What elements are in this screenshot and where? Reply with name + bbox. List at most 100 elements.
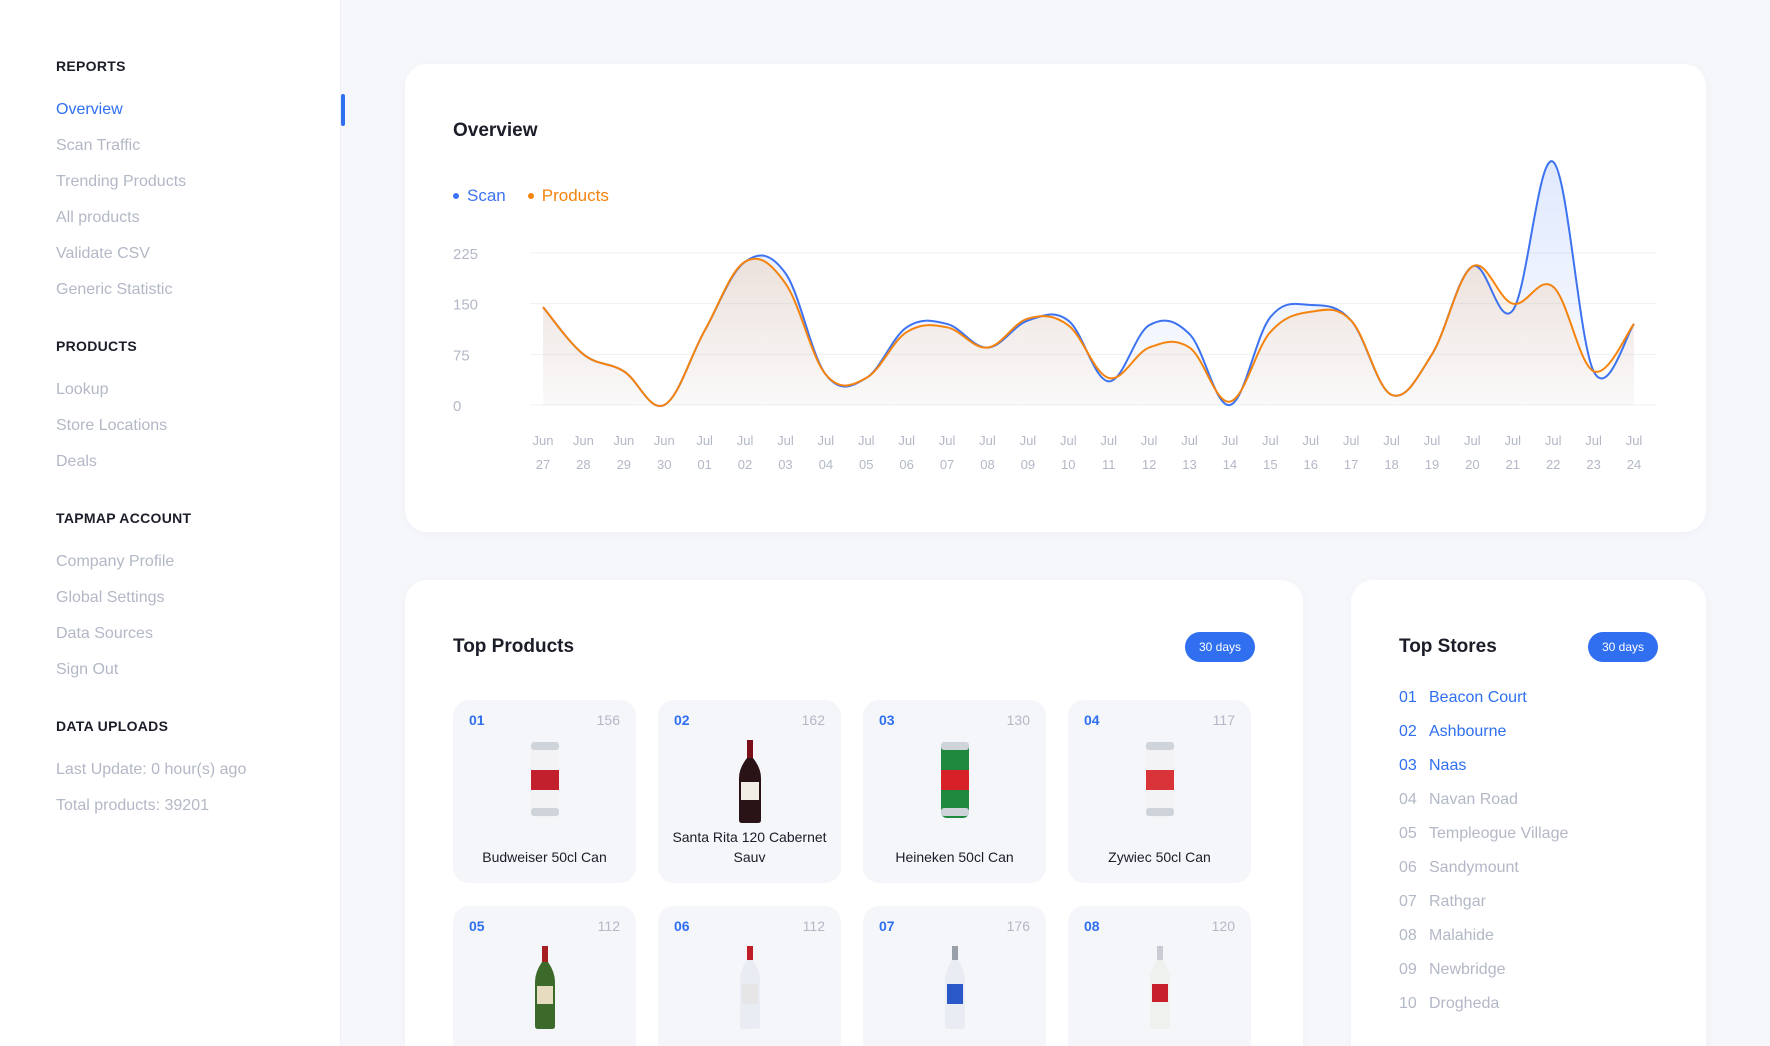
sidebar-section-reports: REPORTS Overview Scan Traffic Trending P…	[56, 58, 186, 308]
sidebar-item-global-settings[interactable]: Global Settings	[56, 580, 191, 616]
product-tile[interactable]: 01 156 Budweiser 50cl Can	[453, 700, 636, 883]
product-tile[interactable]: 02 162 Santa Rita 120 Cabernet Sauv	[658, 700, 841, 883]
x-tick-day: 14	[1223, 457, 1237, 472]
last-update-text: Last Update: 0 hour(s) ago	[56, 761, 247, 778]
store-row[interactable]: 10 Drogheda	[1399, 987, 1568, 1021]
sidebar-item-sign-out[interactable]: Sign Out	[56, 652, 191, 688]
x-tick-day: 28	[576, 457, 590, 472]
x-tick-day: 29	[617, 457, 631, 472]
product-scan-count: 176	[1006, 918, 1030, 934]
product-tile[interactable]: 08 120	[1068, 906, 1251, 1046]
beer-can-icon	[528, 738, 562, 827]
y-tick-label: 225	[453, 246, 478, 263]
store-row[interactable]: 07 Rathgar	[1399, 885, 1568, 919]
product-tile[interactable]: 07 176	[863, 906, 1046, 1046]
x-tick-month: Jul	[1504, 433, 1521, 448]
beer-can-icon	[1143, 738, 1177, 827]
x-tick-month: Jul	[696, 433, 713, 448]
x-tick-day: 12	[1142, 457, 1156, 472]
store-name: Malahide	[1429, 927, 1494, 944]
x-tick-month: Jun	[654, 433, 675, 448]
active-indicator	[341, 94, 345, 126]
sidebar-item-all-products[interactable]: All products	[56, 200, 186, 236]
store-row[interactable]: 09 Newbridge	[1399, 953, 1568, 987]
x-tick-month: Jul	[737, 433, 754, 448]
x-tick-month: Jul	[1464, 433, 1481, 448]
product-tile[interactable]: 05 112	[453, 906, 636, 1046]
store-row[interactable]: 06 Sandymount	[1399, 851, 1568, 885]
series-area-products	[543, 258, 1634, 407]
store-name: Navan Road	[1429, 791, 1518, 808]
product-name: Budweiser 50cl Can	[482, 849, 607, 865]
product-scan-count: 112	[597, 918, 620, 934]
y-tick-label: 75	[453, 347, 470, 364]
x-tick-month: Jul	[1181, 433, 1198, 448]
x-tick-month: Jun	[533, 433, 554, 448]
top-products-title: Top Products	[453, 636, 575, 657]
sidebar-item-trending-products[interactable]: Trending Products	[56, 164, 186, 200]
store-row[interactable]: 04 Navan Road	[1399, 783, 1568, 817]
store-rank: 01	[1399, 689, 1417, 706]
x-tick-month: Jul	[1424, 433, 1441, 448]
x-tick-month: Jul	[939, 433, 956, 448]
y-tick-label: 0	[453, 398, 461, 415]
product-tile[interactable]: 06 112	[658, 906, 841, 1046]
store-row[interactable]: 05 Templeogue Village	[1399, 817, 1568, 851]
product-tile[interactable]: 03 130 Heineken 50cl Can	[863, 700, 1046, 883]
store-list: 01 Beacon Court 02 Ashbourne 03 Naas 04 Navan R…	[1399, 681, 1568, 1021]
y-tick-label: 150	[453, 297, 478, 314]
x-tick-day: 04	[819, 457, 833, 472]
sidebar-item-company-profile[interactable]: Company Profile	[56, 544, 191, 580]
product-name: Zywiec 50cl Can	[1108, 849, 1211, 865]
store-rank: 10	[1399, 995, 1417, 1012]
x-tick-day: 10	[1061, 457, 1075, 472]
sidebar-item-data-sources[interactable]: Data Sources	[56, 616, 191, 652]
product-tile[interactable]: 04 117 Zywiec 50cl Can	[1068, 700, 1251, 883]
sidebar-item-scan-traffic[interactable]: Scan Traffic	[56, 128, 186, 164]
store-row[interactable]: 08 Malahide	[1399, 919, 1568, 953]
product-scan-count: 162	[801, 712, 825, 728]
top-stores-range-button[interactable]: 30 days	[1587, 632, 1658, 662]
rum-bottle-icon	[1147, 944, 1173, 1035]
store-name: Beacon Court	[1429, 689, 1527, 706]
product-rank: 01	[469, 712, 485, 728]
sidebar-item-generic-statistic[interactable]: Generic Statistic	[56, 272, 186, 308]
store-rank: 05	[1399, 825, 1417, 842]
x-tick-day: 19	[1425, 457, 1439, 472]
sidebar-item-lookup[interactable]: Lookup	[56, 372, 167, 408]
sidebar-section-data-uploads: DATA UPLOADS Last Update: 0 hour(s) ago …	[56, 718, 246, 824]
vodka-bottle-icon	[942, 944, 968, 1035]
x-tick-day: 20	[1465, 457, 1479, 472]
store-rank: 07	[1399, 893, 1417, 910]
x-tick-month: Jul	[1060, 433, 1077, 448]
sidebar-item-store-locations[interactable]: Store Locations	[56, 408, 167, 444]
store-name: Drogheda	[1429, 995, 1500, 1012]
top-stores-card: Top Stores 30 days 01 Beacon Court 02 Ashbo…	[1351, 580, 1706, 1046]
x-tick-day: 05	[859, 457, 873, 472]
store-row[interactable]: 02 Ashbourne	[1399, 715, 1568, 749]
store-row[interactable]: 03 Naas	[1399, 749, 1568, 783]
store-rank: 04	[1399, 791, 1417, 808]
top-products-range-button[interactable]: 30 days	[1184, 632, 1255, 662]
product-rank: 07	[879, 918, 895, 934]
x-tick-day: 22	[1546, 457, 1560, 472]
x-tick-day: 02	[738, 457, 752, 472]
sidebar-item-validate-csv[interactable]: Validate CSV	[56, 236, 186, 272]
x-tick-day: 13	[1182, 457, 1196, 472]
x-tick-month: Jul	[898, 433, 915, 448]
store-name: Templeogue Village	[1429, 825, 1569, 842]
sidebar-section-products: PRODUCTS Lookup Store Locations Deals	[56, 338, 167, 480]
x-tick-month: Jul	[1383, 433, 1400, 448]
product-rank: 02	[674, 712, 690, 728]
sidebar-heading: REPORTS	[56, 58, 126, 74]
product-name: Heineken 50cl Can	[895, 849, 1014, 865]
store-row[interactable]: 01 Beacon Court	[1399, 681, 1568, 715]
product-rank: 04	[1084, 712, 1100, 728]
x-tick-month: Jul	[1141, 433, 1158, 448]
store-rank: 08	[1399, 927, 1417, 944]
sidebar-item-overview[interactable]: Overview	[56, 92, 186, 128]
x-tick-day: 06	[899, 457, 913, 472]
total-products-text: Total products: 39201	[56, 797, 209, 814]
sidebar-item-deals[interactable]: Deals	[56, 444, 167, 480]
x-tick-month: Jul	[1545, 433, 1562, 448]
